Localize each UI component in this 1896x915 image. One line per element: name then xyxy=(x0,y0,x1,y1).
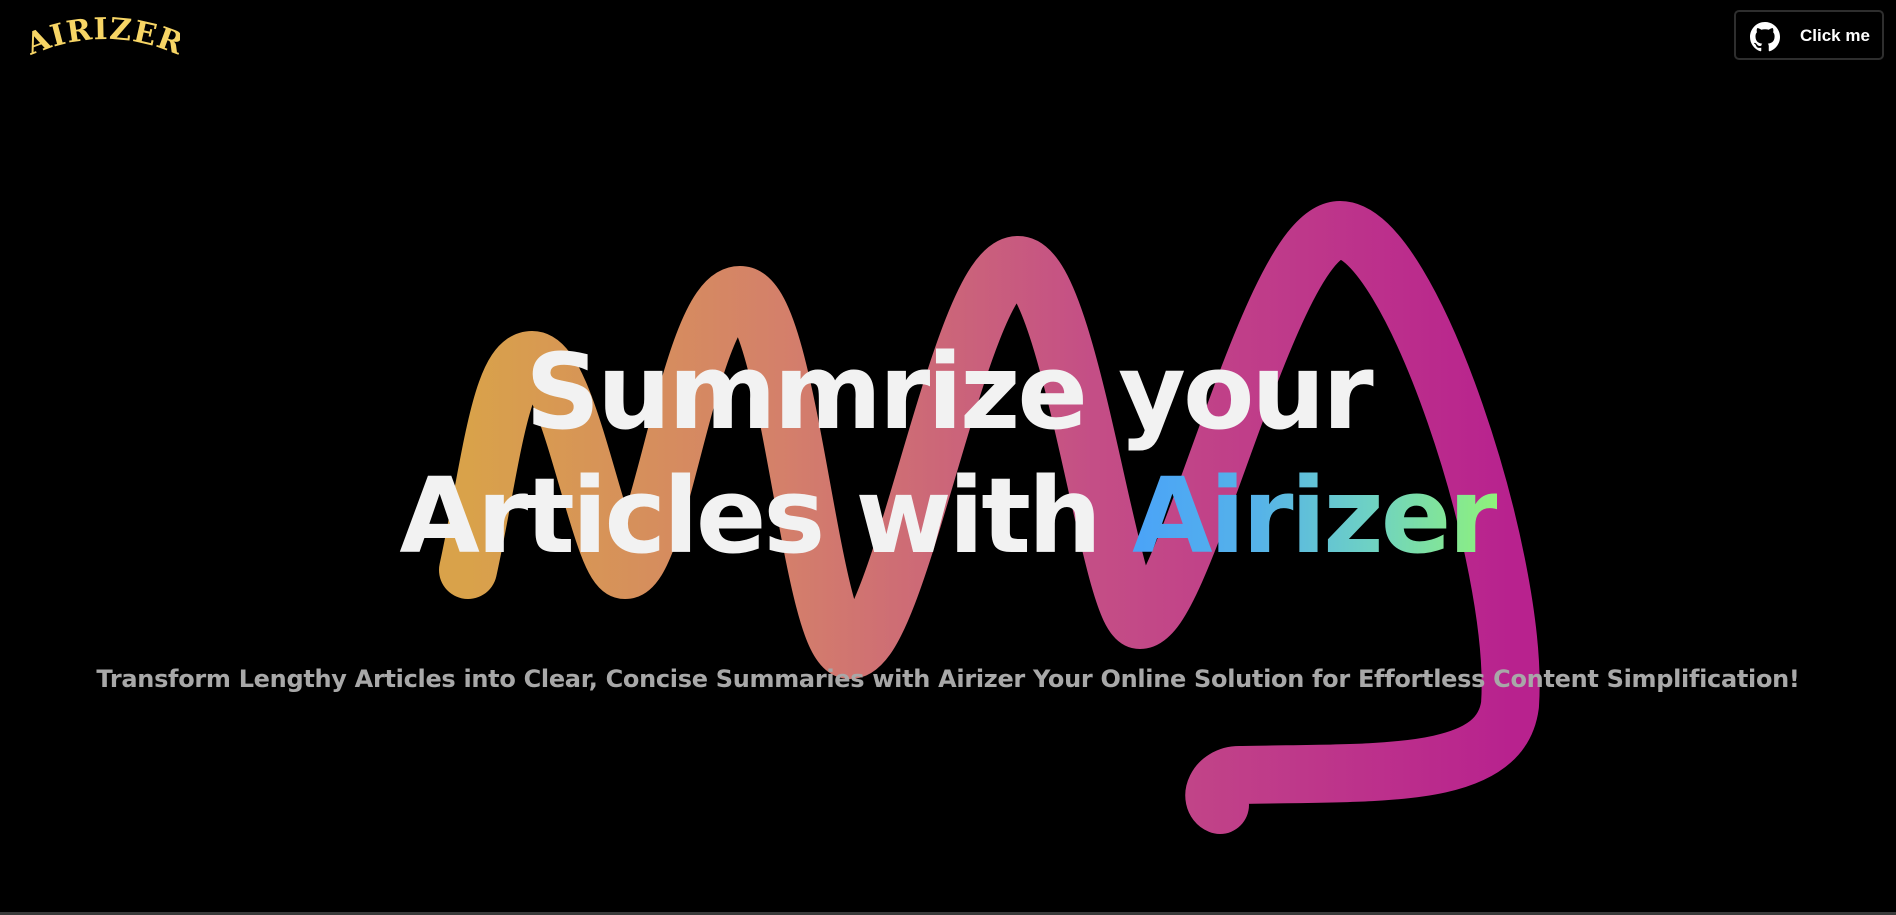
hero-title: Summrize your Articles with Airizer xyxy=(0,330,1896,578)
hero-title-line-1: Summrize your xyxy=(525,331,1373,453)
hero-tagline: Transform Lengthy Articles into Clear, C… xyxy=(96,665,1800,693)
hero-title-brand: Airizer xyxy=(1132,455,1499,577)
hero-title-line-2: Articles with Airizer xyxy=(0,454,1896,578)
hero-title-prefix: Articles with xyxy=(399,455,1102,577)
